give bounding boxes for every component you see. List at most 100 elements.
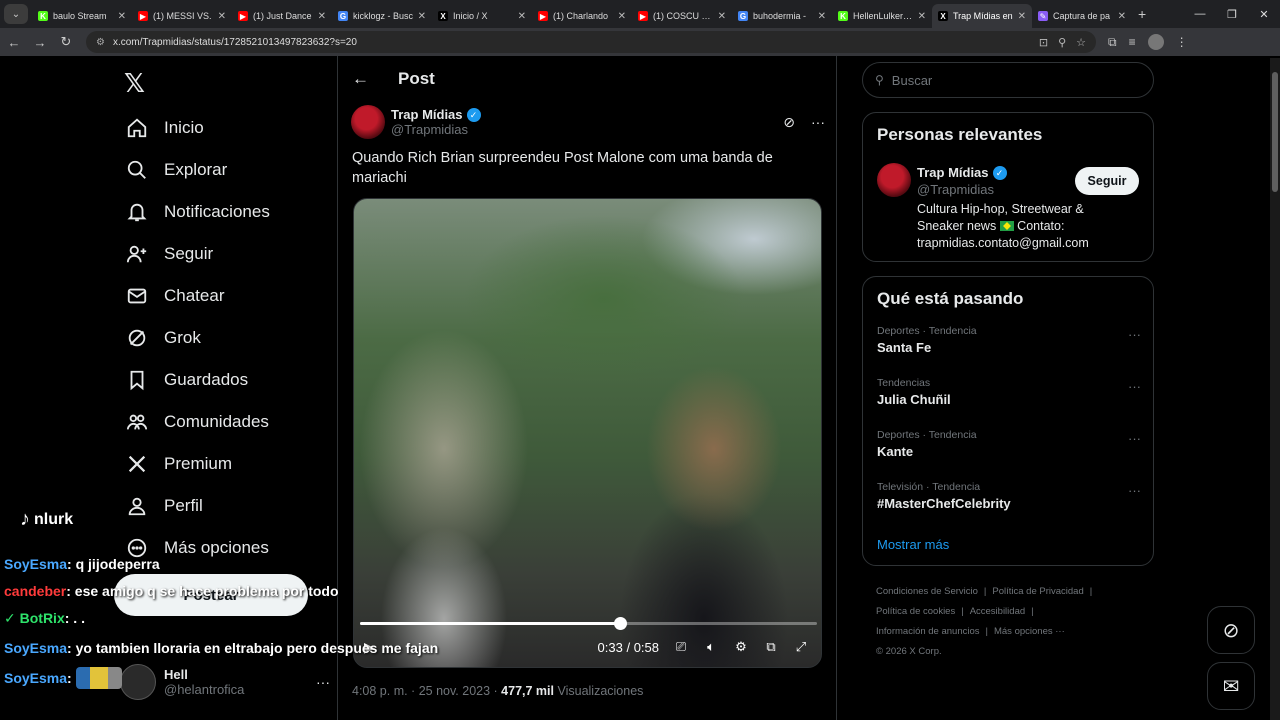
search-icon — [124, 157, 150, 183]
messages-fab-button[interactable]: ✉ — [1207, 662, 1255, 710]
footer-cookies-link[interactable]: Política de cookies — [876, 606, 955, 617]
footer-terms-link[interactable]: Condiciones de Servicio — [876, 586, 978, 597]
more-dots-icon[interactable]: ··· — [316, 674, 330, 690]
close-window-button[interactable]: ✕ — [1248, 0, 1280, 28]
trend-item[interactable]: Deportes · Tendencia Kante ··· — [877, 429, 1141, 469]
extensions-icon[interactable]: ⧉ — [1108, 35, 1117, 50]
avatar — [120, 664, 156, 700]
trend-more-icon[interactable]: ··· — [1128, 327, 1141, 342]
media-control-icon[interactable]: ≡ — [1129, 35, 1136, 49]
footer-privacy-link[interactable]: Política de Privacidad — [992, 586, 1083, 597]
nav-item-grok[interactable]: Grok — [124, 320, 201, 356]
video-scrubber-handle[interactable] — [614, 617, 628, 630]
footer-ads-link[interactable]: Información de anuncios — [876, 626, 980, 637]
browser-tab[interactable]: ✎ Captura de pa ✕ — [1032, 4, 1132, 28]
tab-close-icon[interactable]: ✕ — [918, 11, 926, 22]
tab-close-icon[interactable]: ✕ — [118, 11, 126, 22]
chat-text: : — [67, 670, 72, 686]
nav-item-explorar[interactable]: Explorar — [124, 152, 227, 188]
captions-icon[interactable]: ⎚ — [673, 639, 689, 655]
chat-text: : q jijodeperra — [67, 556, 160, 572]
views-label: Visualizaciones — [554, 684, 644, 698]
browser-tab[interactable]: X Trap Mídias en ✕ — [932, 4, 1032, 28]
video-player[interactable]: ▶ 0:33 / 0:58 ⎚ 🔈︎ ⚙ ⧉ ⤢ — [353, 198, 822, 668]
back-button[interactable]: ← — [2, 30, 26, 54]
grok-icon[interactable]: ⊘ — [783, 114, 795, 131]
browser-menu-icon[interactable]: ⋮ — [1176, 35, 1188, 49]
grok-fab-button[interactable]: ⊘ — [1207, 606, 1255, 654]
tab-close-icon[interactable]: ✕ — [618, 11, 626, 22]
chat-username: candeber — [4, 583, 67, 599]
tab-close-icon[interactable]: ✕ — [218, 11, 226, 22]
trend-item[interactable]: Tendencias Julia Chuñil ··· — [877, 377, 1141, 417]
trend-item[interactable]: Deportes · Tendencia Santa Fe ··· — [877, 325, 1141, 365]
trend-item[interactable]: Televisión · Tendencia #MasterChefCelebri… — [877, 481, 1141, 521]
account-switcher[interactable]: Hell @helantrofica ··· — [120, 660, 330, 704]
maximize-button[interactable]: ❐ — [1216, 0, 1248, 28]
fullscreen-icon[interactable]: ⤢ — [793, 639, 809, 655]
trend-more-icon[interactable]: ··· — [1128, 483, 1141, 498]
address-bar[interactable]: ⚙ x.com/Trapmidias/status/17285210134978… — [86, 31, 1096, 53]
footer-more-link[interactable]: Más opciones ··· — [994, 626, 1065, 637]
tab-close-icon[interactable]: ✕ — [1118, 11, 1126, 22]
browser-tab[interactable]: ▶ (1) Just Dance ✕ — [232, 4, 332, 28]
back-arrow-icon[interactable]: ← — [352, 69, 372, 89]
minimize-button[interactable]: — — [1184, 0, 1216, 28]
nav-item-guardados[interactable]: Guardados — [124, 362, 248, 398]
page-scrollbar[interactable] — [1270, 58, 1280, 720]
relevant-name[interactable]: Trap Mídias — [917, 165, 989, 180]
scrollbar-thumb[interactable] — [1272, 72, 1278, 192]
bio-email-link[interactable]: trapmidias.contato@gmail.com — [917, 236, 1089, 250]
volume-icon[interactable]: 🔈︎ — [703, 639, 719, 655]
browser-tab[interactable]: Gbuhodermia - ✕ — [732, 4, 832, 28]
tab-close-icon[interactable]: ✕ — [318, 11, 326, 22]
browser-tab[interactable]: X Inicio / X ✕ — [432, 4, 532, 28]
browser-tab[interactable]: Kbaulo Stream ✕ — [32, 4, 132, 28]
tab-close-icon[interactable]: ✕ — [818, 11, 826, 22]
forward-button[interactable]: → — [28, 30, 52, 54]
author-name[interactable]: Trap Mídias — [391, 107, 463, 122]
post-timestamp[interactable]: 4:08 p. m. · 25 nov. 2023 · — [352, 684, 501, 698]
site-info-icon[interactable]: ⚙ — [96, 37, 105, 48]
settings-gear-icon[interactable]: ⚙ — [733, 639, 749, 655]
nav-item-chatear[interactable]: Chatear — [124, 278, 224, 314]
nav-item-notificaciones[interactable]: Notificaciones — [124, 194, 270, 230]
author-handle[interactable]: @Trapmidias — [391, 122, 481, 137]
tab-search-button[interactable]: ⌄ — [4, 4, 28, 24]
x-logo-icon[interactable]: 𝕏 — [124, 68, 152, 98]
browser-tab[interactable]: ▶ (1) MESSI VS. ✕ — [132, 4, 232, 28]
profile-avatar[interactable] — [1147, 34, 1164, 50]
zoom-icon[interactable]: ⚲ — [1058, 36, 1066, 49]
more-options-icon[interactable]: ··· — [811, 114, 825, 130]
nav-item-premium[interactable]: Premium — [124, 446, 232, 482]
trend-more-icon[interactable]: ··· — [1128, 431, 1141, 446]
browser-tab[interactable]: ▶ (1) COSCU DES ✕ — [632, 4, 732, 28]
search-input[interactable]: ⚲ Buscar — [862, 62, 1154, 98]
trending-title: Qué está pasando — [877, 289, 1024, 308]
nav-item-label: Guardados — [164, 370, 249, 389]
follow-button[interactable]: Seguir — [1075, 167, 1139, 195]
install-app-icon[interactable]: ⊡ — [1039, 36, 1048, 49]
reload-button[interactable]: ↻ — [54, 30, 78, 54]
browser-tab[interactable]: Gkicklogz - Busc ✕ — [332, 4, 432, 28]
trend-more-icon[interactable]: ··· — [1128, 379, 1141, 394]
relevant-avatar[interactable] — [877, 163, 911, 197]
author-avatar[interactable] — [351, 105, 385, 139]
tab-close-icon[interactable]: ✕ — [718, 11, 726, 22]
nav-item-seguir[interactable]: Seguir — [124, 236, 213, 272]
video-progress-bar[interactable] — [360, 617, 817, 630]
browser-tab[interactable]: ▶ (1) Charlando ✕ — [532, 4, 632, 28]
tab-close-icon[interactable]: ✕ — [518, 11, 526, 22]
new-tab-button[interactable]: + — [1138, 6, 1146, 22]
bookmark-star-icon[interactable]: ☆ — [1076, 36, 1086, 49]
tab-close-icon[interactable]: ✕ — [1018, 11, 1026, 22]
browser-tab[interactable]: K HellenLulker St ✕ — [832, 4, 932, 28]
relevant-handle[interactable]: @Trapmidias — [917, 182, 994, 197]
show-more-link[interactable]: Mostrar más — [877, 537, 949, 552]
nav-item-comunidades[interactable]: Comunidades — [124, 404, 269, 440]
nav-item-perfil[interactable]: Perfil — [124, 488, 203, 524]
tab-close-icon[interactable]: ✕ — [418, 11, 426, 22]
nav-item-inicio[interactable]: Inicio — [124, 110, 204, 146]
picture-in-picture-icon[interactable]: ⧉ — [763, 639, 779, 655]
footer-accessibility-link[interactable]: Accesibilidad — [970, 606, 1025, 617]
